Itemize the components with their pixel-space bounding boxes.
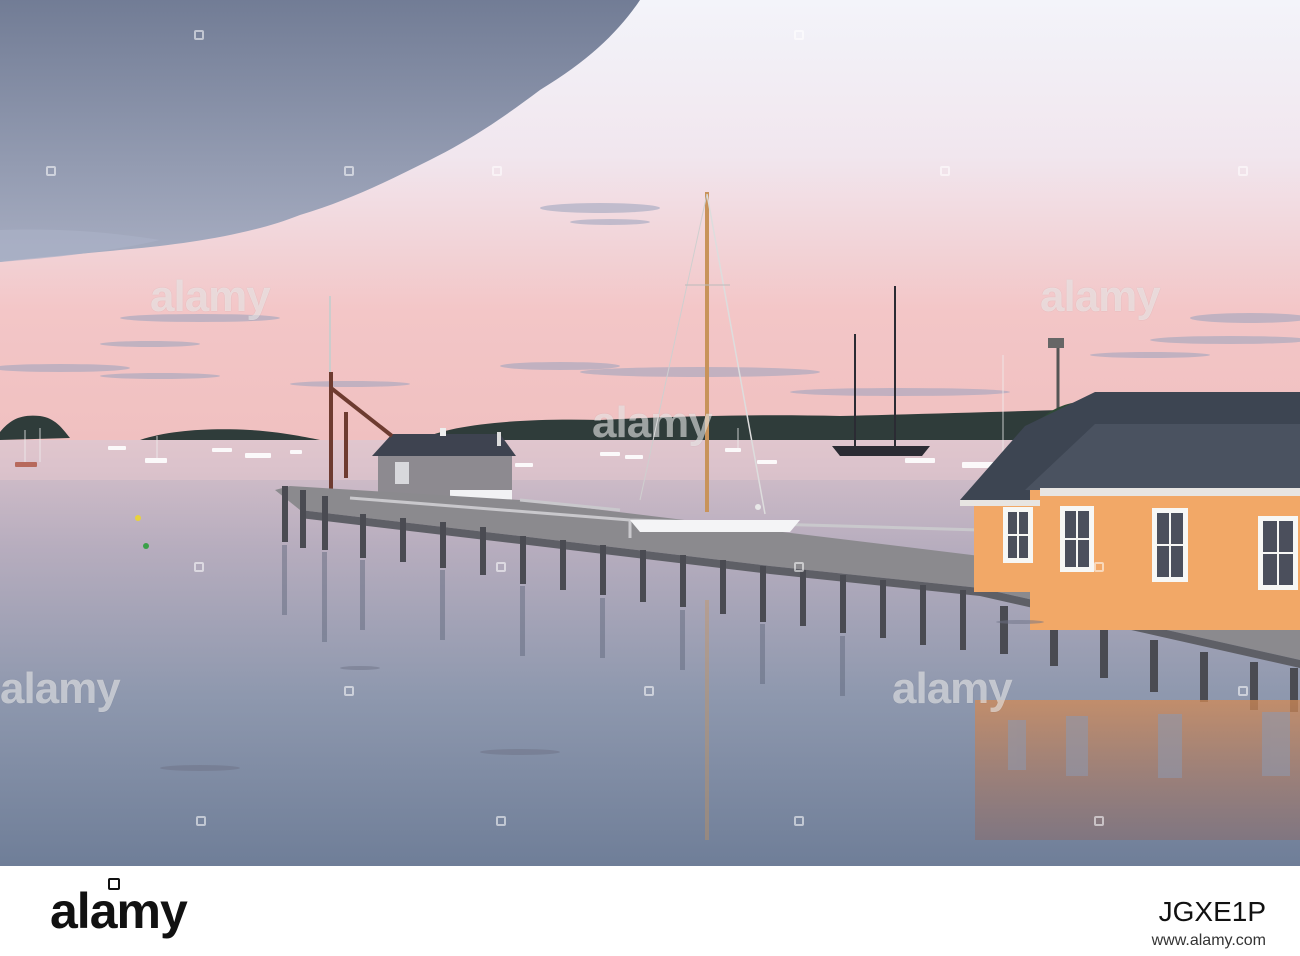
watermark: alamy bbox=[592, 398, 713, 447]
image-id: JGXE1P bbox=[1158, 896, 1266, 927]
watermark-mark bbox=[794, 816, 804, 826]
watermark-mark bbox=[644, 686, 654, 696]
watermark-mark bbox=[196, 816, 206, 826]
watermark-mark bbox=[1238, 686, 1248, 696]
watermark: alamy bbox=[1040, 272, 1161, 321]
watermark-mark bbox=[1094, 816, 1104, 826]
watermark-mark bbox=[496, 816, 506, 826]
watermark-mark bbox=[1094, 562, 1104, 572]
site-url[interactable]: www.alamy.com bbox=[1152, 932, 1266, 950]
stock-photo-harbor: alamy alamy alamy alamy alamy bbox=[0, 0, 1300, 866]
footer-bar: alamy JGXE1P www.alamy.com bbox=[0, 866, 1300, 956]
watermark: alamy bbox=[0, 664, 121, 713]
watermark-mark bbox=[1238, 166, 1248, 176]
alamy-logo-mark bbox=[108, 878, 120, 890]
watermark-mark bbox=[194, 562, 204, 572]
watermark: alamy bbox=[892, 664, 1013, 713]
watermark-mark bbox=[344, 166, 354, 176]
watermark-mark bbox=[794, 562, 804, 572]
alamy-logo: alamy bbox=[50, 883, 188, 939]
watermark-mark bbox=[794, 30, 804, 40]
watermark-mark bbox=[940, 166, 950, 176]
watermark-mark bbox=[46, 166, 56, 176]
watermark-mark bbox=[344, 686, 354, 696]
watermark-mark bbox=[496, 562, 506, 572]
watermark-mark bbox=[492, 166, 502, 176]
watermark: alamy bbox=[150, 272, 271, 321]
watermark-mark bbox=[194, 30, 204, 40]
